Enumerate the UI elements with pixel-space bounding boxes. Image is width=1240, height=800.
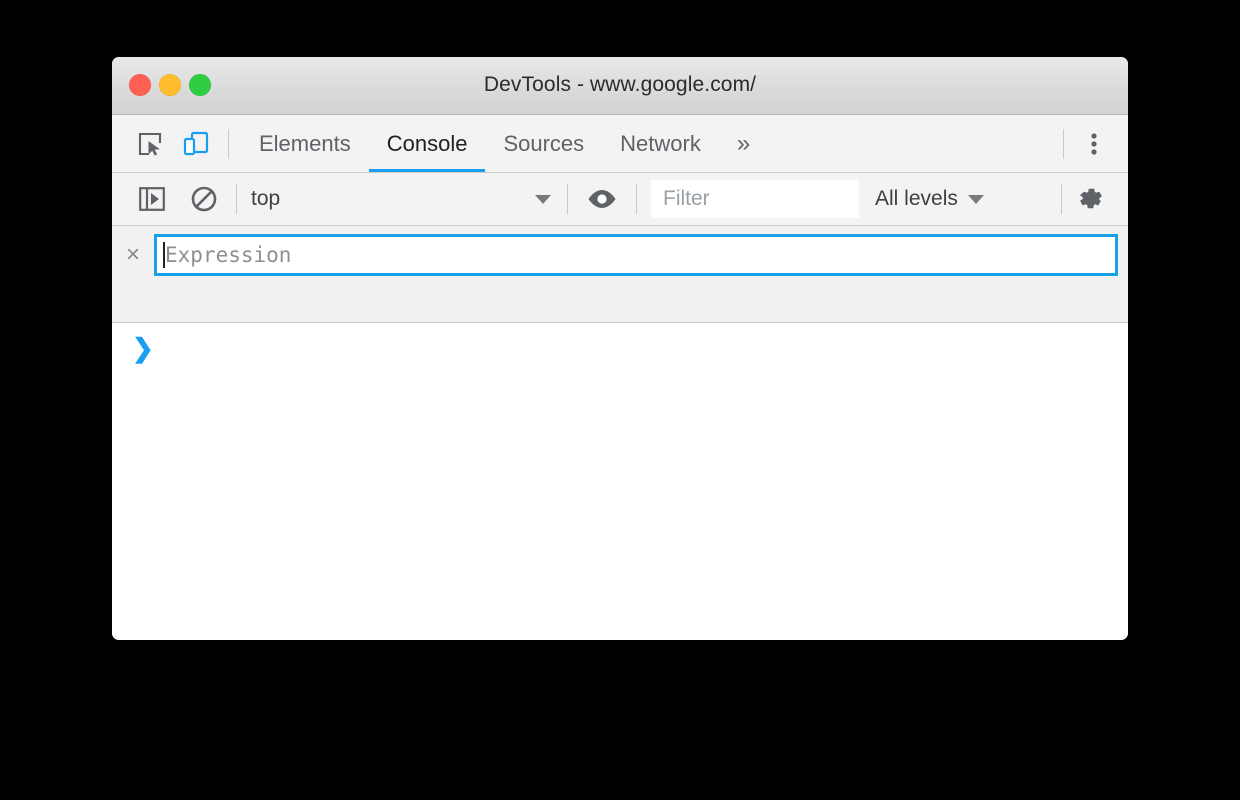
javascript-context-selector[interactable]: top — [251, 182, 551, 216]
filter-input[interactable] — [651, 180, 859, 218]
window-titlebar: DevTools - www.google.com/ — [112, 57, 1128, 115]
console-prompt-row: ❯ — [112, 323, 1128, 361]
settings-gear-icon[interactable] — [1068, 177, 1114, 221]
more-options-icon[interactable] — [1072, 122, 1116, 166]
chevron-down-icon — [967, 194, 984, 204]
context-selector-value: top — [251, 187, 281, 210]
toolbar-separator-4 — [1061, 184, 1062, 214]
expression-input[interactable]: Expression — [154, 234, 1118, 276]
more-tabs-chevron-icon[interactable]: » — [719, 115, 768, 172]
chevron-down-icon — [535, 194, 551, 204]
panel-tabs: Elements Console Sources Network » — [241, 115, 768, 172]
log-levels-selector[interactable]: All levels — [875, 187, 984, 211]
toolbar-separator-2 — [567, 184, 568, 214]
console-prompt-input[interactable] — [162, 335, 1128, 361]
tab-console[interactable]: Console — [368, 115, 486, 172]
prompt-chevron-icon: ❯ — [132, 333, 154, 363]
console-output-area[interactable]: ❯ — [112, 323, 1128, 640]
tab-label: Network — [620, 130, 701, 156]
tab-label: Elements — [259, 130, 351, 156]
tab-label: Sources — [503, 130, 585, 156]
live-expression-pane: × Expression — [112, 226, 1128, 323]
show-console-sidebar-icon[interactable] — [130, 177, 174, 221]
toolbar-separator-1 — [236, 184, 237, 214]
tabbar-right-group — [1063, 115, 1128, 172]
tab-label: Console — [386, 130, 468, 156]
devtools-tabbar: Elements Console Sources Network » — [112, 115, 1128, 173]
devtools-window: DevTools - www.google.com/ Elements Cons… — [112, 57, 1128, 640]
window-title: DevTools - www.google.com/ — [483, 73, 757, 96]
tab-network[interactable]: Network — [602, 115, 719, 172]
log-levels-value: All levels — [875, 187, 958, 210]
more-tabs-label: » — [736, 129, 751, 157]
live-expression-row: × Expression — [112, 226, 1128, 276]
remove-expression-button[interactable]: × — [112, 243, 154, 267]
inspect-element-icon[interactable] — [128, 122, 172, 166]
console-toolbar: top All levels — [112, 173, 1128, 226]
tab-sources[interactable]: Sources — [485, 115, 602, 172]
device-toolbar-icon[interactable] — [174, 122, 218, 166]
tabbar-separator-left — [228, 128, 229, 159]
toolbar-separator-3 — [636, 184, 637, 214]
console-toolbar-right-group — [1061, 173, 1128, 225]
tabbar-separator-right — [1063, 128, 1064, 159]
expression-placeholder: Expression — [165, 243, 292, 267]
tab-elements[interactable]: Elements — [241, 115, 369, 172]
eye-icon[interactable] — [580, 177, 624, 221]
clear-console-icon[interactable] — [182, 177, 226, 221]
